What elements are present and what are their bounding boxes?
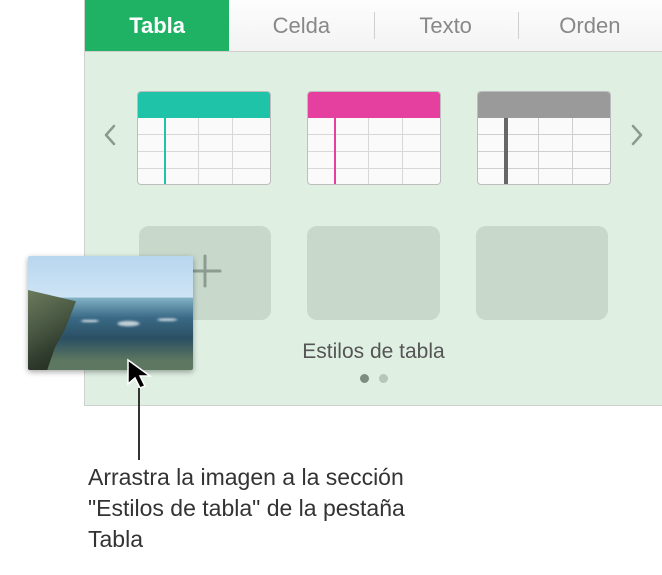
table-style-pink[interactable] [307,91,441,185]
chevron-left-icon [103,124,117,152]
callout-leader-line [138,388,140,460]
tab-order[interactable]: Orden [518,0,662,51]
style-placeholders-row [139,226,608,320]
styles-carousel [99,78,648,198]
page-dot[interactable] [379,374,388,383]
table-style-placeholder[interactable] [307,226,439,320]
styles-next-button[interactable] [627,78,649,198]
tab-cell[interactable]: Celda [229,0,373,51]
page-dot[interactable] [360,374,369,383]
tab-text[interactable]: Texto [374,0,518,51]
style-thumbnails-row [137,91,611,185]
callout-text: Arrastra la imagen a la sección "Estilos… [88,462,448,555]
dragged-image-thumbnail[interactable] [28,256,193,370]
table-style-placeholder[interactable] [476,226,608,320]
styles-prev-button[interactable] [99,78,121,198]
styles-page-dots [99,374,648,387]
table-style-teal[interactable] [137,91,271,185]
table-style-gray[interactable] [477,91,611,185]
format-tabs: Tabla Celda Texto Orden [85,0,662,52]
tab-table[interactable]: Tabla [85,0,229,51]
chevron-right-icon [630,124,644,152]
